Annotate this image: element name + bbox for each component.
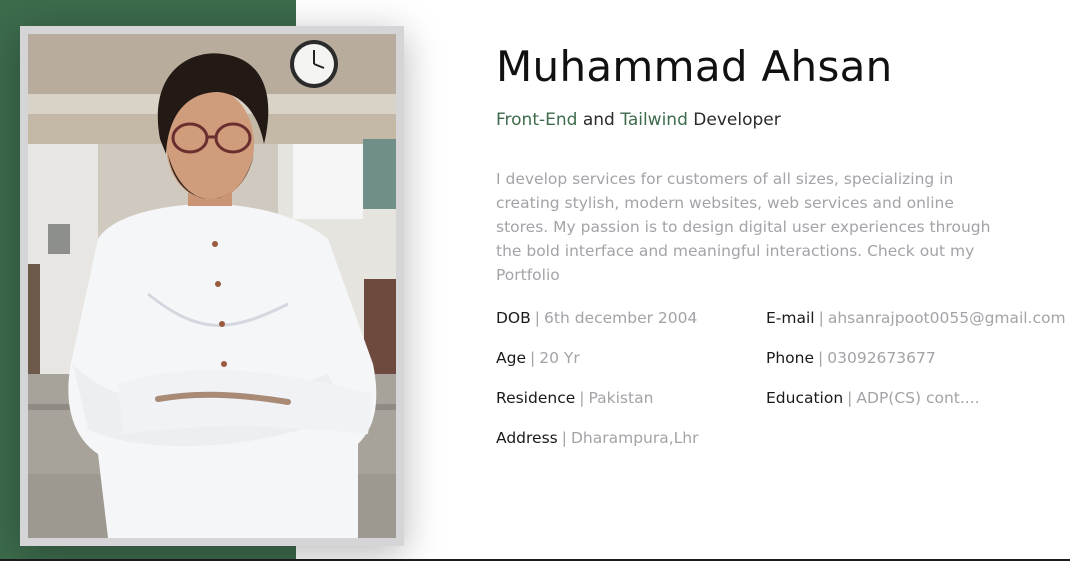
info-value: 03092673677 <box>827 349 936 367</box>
info-label: Phone <box>766 349 815 367</box>
info-separator: | <box>561 429 567 447</box>
info-label: Residence <box>496 389 576 407</box>
info-separator: | <box>818 309 824 327</box>
info-label: Education <box>766 389 844 407</box>
info-dob: DOB | 6th december 2004 <box>496 309 697 327</box>
info-value: ADP(CS) cont.... <box>856 389 980 407</box>
info-label: E-mail <box>766 309 815 327</box>
info-email: E-mail | ahsanrajpoot0055@gmail.com <box>766 309 1066 327</box>
info-value: Pakistan <box>588 389 654 407</box>
info-separator: | <box>579 389 585 407</box>
info-separator: | <box>847 389 853 407</box>
profile-bio: I develop services for customers of all … <box>496 170 991 284</box>
profile-role: Front-End and Tailwind Developer <box>496 110 781 130</box>
profile-photo-frame <box>20 26 404 546</box>
profile-photo <box>28 34 396 538</box>
info-value: 20 Yr <box>539 349 580 367</box>
info-address: Address | Dharampura,Lhr <box>496 429 699 447</box>
info-value: Dharampura,Lhr <box>570 429 699 447</box>
info-separator: | <box>534 309 541 327</box>
info-value: ahsanrajpoot0055@gmail.com <box>827 309 1066 327</box>
info-age: Age | 20 Yr <box>496 349 580 367</box>
info-education: Education | ADP(CS) cont.... <box>766 389 980 407</box>
role-tailwind: Tailwind <box>620 110 688 130</box>
role-front-end: Front-End <box>496 110 578 130</box>
info-label: Age <box>496 349 526 367</box>
info-residence: Residence | Pakistan <box>496 389 653 407</box>
role-connector: and <box>582 110 615 130</box>
info-label: Address <box>496 429 558 447</box>
info-phone: Phone | 03092673677 <box>766 349 936 367</box>
info-label: DOB <box>496 309 531 327</box>
info-separator: | <box>818 349 824 367</box>
profile-name: Muhammad Ahsan <box>496 42 893 91</box>
info-value: 6th december 2004 <box>544 309 698 327</box>
role-developer: Developer <box>693 110 781 130</box>
info-separator: | <box>529 349 536 367</box>
